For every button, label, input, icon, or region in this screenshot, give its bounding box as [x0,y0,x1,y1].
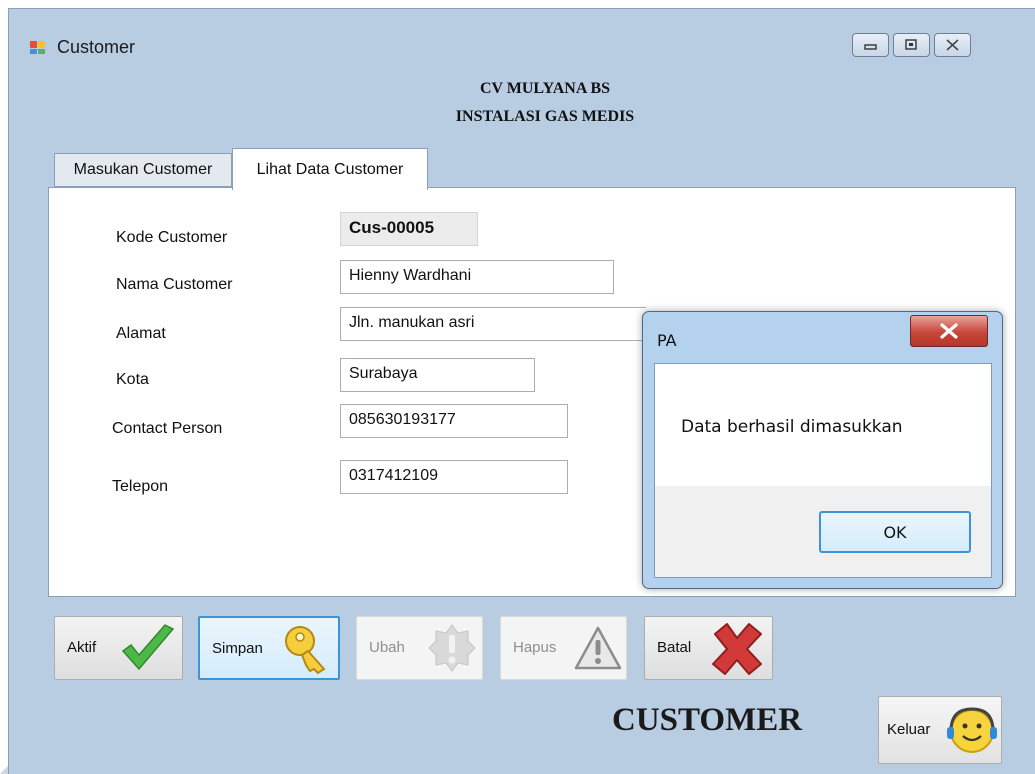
warning-badge-icon [428,624,476,672]
customer-caption: CUSTOMER [612,702,803,738]
restore-icon [905,39,917,50]
batal-button-label: Batal [657,639,692,656]
kode-customer-label: Kode Customer [116,229,228,246]
smiley-headset-icon [947,707,997,753]
tab-masukan-customer[interactable]: Masukan Customer [54,153,232,187]
close-button[interactable] [934,33,971,57]
aktif-button[interactable]: Aktif [54,616,183,680]
keluar-button[interactable]: Keluar [878,696,1002,764]
maximize-button[interactable] [893,33,930,57]
warning-triangle-icon [574,626,622,670]
telepon-field[interactable]: 0317412109 [340,460,568,494]
aktif-button-label: Aktif [67,639,97,656]
dialog-close-button[interactable] [910,315,988,347]
red-x-icon [712,623,762,675]
simpan-button[interactable]: Simpan [198,616,340,680]
minimize-icon [864,44,877,50]
batal-button[interactable]: Batal [644,616,773,680]
close-icon [946,39,959,51]
check-icon [121,624,175,671]
dialog-title: PA [657,331,677,350]
kota-field[interactable]: Surabaya [340,358,535,392]
contact-person-field[interactable]: 085630193177 [340,404,568,438]
nama-customer-label: Nama Customer [116,276,233,293]
company-name: CV MULYANA BS [479,80,611,97]
company-tagline: INSTALASI GAS MEDIS [455,108,635,125]
message-dialog: PA Data berhasil dimasukkan OK [642,311,1003,589]
minimize-button[interactable] [852,33,889,57]
kode-customer-value: Cus-00005 [340,212,478,246]
contact-person-label: Contact Person [112,420,223,437]
ubah-button[interactable]: Ubah [356,616,483,680]
title-bar: Customer [9,9,1035,73]
telepon-label: Telepon [112,478,169,495]
key-icon [285,626,326,675]
app-form-icon [30,41,45,54]
hapus-button[interactable]: Hapus [500,616,627,680]
close-icon [940,323,958,339]
alamat-label: Alamat [116,325,166,342]
hapus-button-label: Hapus [513,639,557,656]
keluar-button-label: Keluar [887,721,931,738]
ok-button[interactable]: OK [819,511,971,553]
dialog-message: Data berhasil dimasukkan [681,417,903,437]
tab-lihat-data-customer[interactable]: Lihat Data Customer [232,148,428,190]
dialog-body: Data berhasil dimasukkan OK [654,363,992,578]
simpan-button-label: Simpan [212,640,263,657]
kota-label: Kota [116,371,149,388]
nama-customer-field[interactable]: Hienny Wardhani [340,260,614,294]
ubah-button-label: Ubah [369,639,405,656]
window-title: Customer [57,37,136,57]
alamat-field[interactable]: Jln. manukan asri [340,307,646,341]
